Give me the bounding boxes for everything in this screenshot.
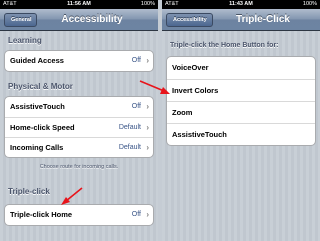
group-physical-motor: AssistiveTouch Off › Home-click Speed De… <box>4 96 154 158</box>
option-zoom[interactable]: Zoom <box>167 101 315 123</box>
row-home-click-speed[interactable]: Home-click Speed Default › <box>5 117 153 137</box>
option-assistivetouch[interactable]: AssistiveTouch <box>167 123 315 145</box>
row-value: Off <box>131 211 141 218</box>
accessibility-screen: AT&T 11:56 AM 100% General Accessibility… <box>0 0 158 241</box>
section-header-triple-click: Triple-click <box>8 187 50 196</box>
group-learning: Guided Access Off › <box>4 50 154 72</box>
triple-click-screen: AT&T 11:43 AM 100% Accessibility Triple-… <box>162 0 320 241</box>
row-value: Off <box>131 103 141 110</box>
option-voiceover[interactable]: VoiceOver <box>167 57 315 79</box>
status-bar: AT&T 11:43 AM 100% <box>162 0 320 9</box>
row-label: Home-click Speed <box>10 123 75 132</box>
row-value: Default <box>118 124 141 131</box>
nav-bar: General Accessibility <box>0 9 158 31</box>
page-title: Triple-Click <box>236 14 290 25</box>
status-time: 11:43 AM <box>229 1 253 7</box>
battery-level: 100% <box>302 1 317 7</box>
page-title: Accessibility <box>61 14 123 25</box>
row-label: Triple-click Home <box>10 210 73 219</box>
status-time: 11:56 AM <box>67 1 91 7</box>
row-incoming-calls[interactable]: Incoming Calls Default › <box>5 137 153 157</box>
option-invert-colors[interactable]: Invert Colors <box>167 79 315 101</box>
row-triple-click-home[interactable]: Triple-click Home Off › <box>5 205 153 225</box>
option-label: VoiceOver <box>172 63 209 72</box>
row-value: Off <box>131 57 141 64</box>
chevron-right-icon: › <box>146 143 149 152</box>
row-label: Guided Access <box>10 56 64 65</box>
section-header-triple-click-options: Triple-click the Home Button for: <box>170 42 279 49</box>
option-label: Invert Colors <box>172 86 219 95</box>
row-label: AssistiveTouch <box>10 102 65 111</box>
chevron-right-icon: › <box>146 210 149 219</box>
battery-level: 100% <box>140 1 155 7</box>
group-triple-click-options: VoiceOver Invert Colors Zoom AssistiveTo… <box>166 56 316 146</box>
row-value: Default <box>118 144 141 151</box>
option-label: Zoom <box>172 108 193 117</box>
incoming-calls-footnote: Choose route for incoming calls. <box>39 164 119 170</box>
nav-bar: Accessibility Triple-Click <box>162 9 320 31</box>
annotation-arrow-icon <box>139 80 170 94</box>
row-guided-access[interactable]: Guided Access Off › <box>5 51 153 71</box>
section-header-learning: Learning <box>8 36 42 45</box>
section-header-physical-motor: Physical & Motor <box>8 82 73 91</box>
option-label: AssistiveTouch <box>172 130 227 139</box>
row-label: Incoming Calls <box>10 143 64 152</box>
annotation-arrow-icon <box>61 187 83 205</box>
status-bar: AT&T 11:56 AM 100% <box>0 0 158 9</box>
chevron-right-icon: › <box>146 56 149 65</box>
chevron-right-icon: › <box>146 123 149 132</box>
row-assistivetouch[interactable]: AssistiveTouch Off › <box>5 97 153 117</box>
back-button-accessibility[interactable]: Accessibility <box>166 13 213 27</box>
chevron-right-icon: › <box>146 102 149 111</box>
